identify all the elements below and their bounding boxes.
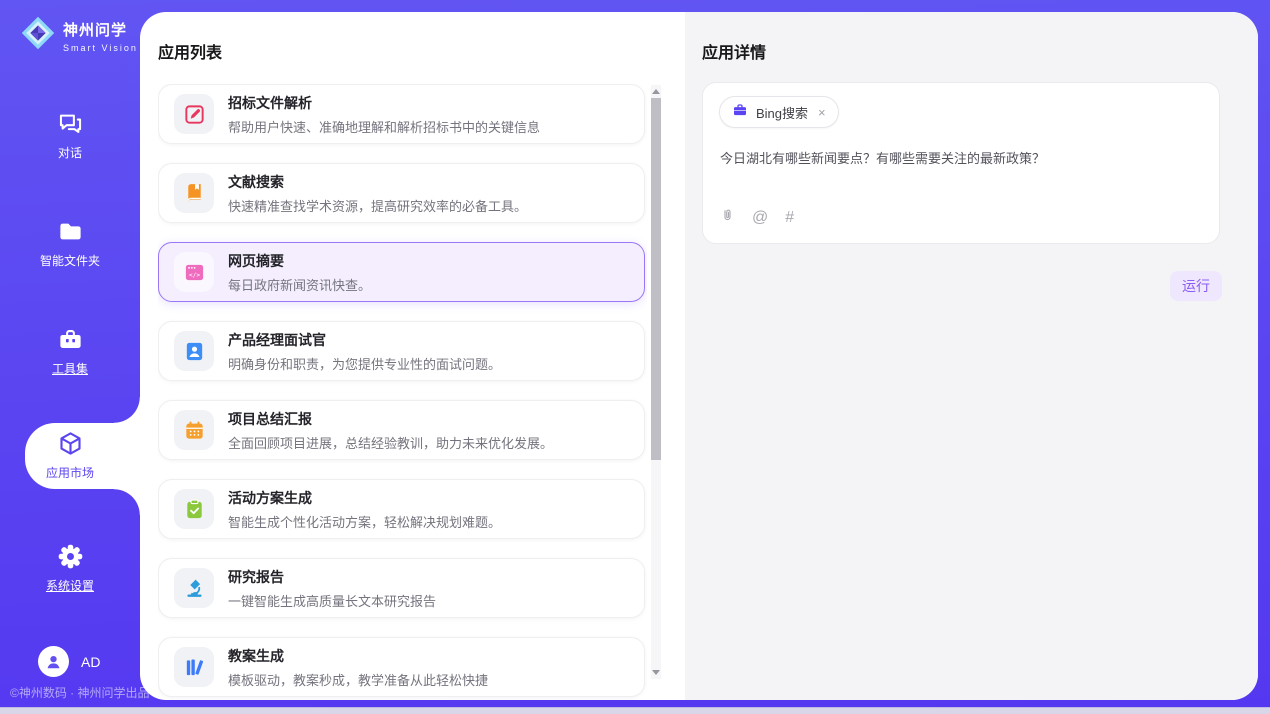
sidebar-item-smart-folder[interactable]: 智能文件夹 xyxy=(0,218,140,269)
main-panel: 应用列表 招标文件解析 帮助用户快速、准确地理解和解析招标书中的关键信息 xyxy=(140,12,1258,700)
app-card-bid-analysis[interactable]: 招标文件解析 帮助用户快速、准确地理解和解析招标书中的关键信息 xyxy=(158,84,645,144)
scrollbar-down-arrow[interactable] xyxy=(652,670,660,675)
sidebar-footer-text: ©神州数码 · 神州问学出品 xyxy=(10,684,150,701)
app-detail-title: 应用详情 xyxy=(702,39,766,63)
sidebar-item-label: 智能文件夹 xyxy=(40,252,100,269)
avatar xyxy=(38,646,69,677)
brand-subtitle: Smart Vision xyxy=(63,43,138,53)
cube-icon xyxy=(57,430,84,457)
app-description: 明确身份和职责，为您提供专业性的面试问题。 xyxy=(228,354,501,373)
run-button[interactable]: 运行 xyxy=(1170,271,1222,301)
app-description: 一键智能生成高质量长文本研究报告 xyxy=(228,591,436,610)
briefcase-icon xyxy=(732,102,748,123)
sidebar-item-label: 对话 xyxy=(58,144,82,161)
sidebar-item-app-market[interactable]: 应用市场 xyxy=(0,430,140,481)
microscope-icon xyxy=(174,568,214,608)
app-description: 每日政府新闻资讯快查。 xyxy=(228,275,371,294)
books-icon xyxy=(174,647,214,687)
svg-text:</>: </> xyxy=(188,272,199,279)
scrollbar-thumb[interactable] xyxy=(651,98,661,460)
interviewer-icon xyxy=(174,331,214,371)
mention-icon[interactable]: @ xyxy=(752,209,768,227)
paperclip-icon[interactable] xyxy=(720,207,735,229)
app-name: 项目总结汇报 xyxy=(228,409,553,429)
app-description: 全面回顾项目进展，总结经验教训，助力未来优化发展。 xyxy=(228,433,553,452)
app-name: 研究报告 xyxy=(228,567,436,587)
app-card-lesson-plan[interactable]: 教案生成 模板驱动，教案秒成，教学准备从此轻松快捷 xyxy=(158,637,645,697)
sidebar-item-label: 应用市场 xyxy=(46,464,94,481)
app-name: 文献搜索 xyxy=(228,172,527,192)
prompt-query-text[interactable]: 今日湖北有哪些新闻要点？有哪些需要关注的最新政策？ xyxy=(720,149,1190,169)
calendar-icon xyxy=(174,410,214,450)
book-icon xyxy=(174,173,214,213)
edit-document-icon xyxy=(174,94,214,134)
topic-icon[interactable]: # xyxy=(785,209,794,227)
app-name: 产品经理面试官 xyxy=(228,330,501,350)
app-name: 教案生成 xyxy=(228,646,488,666)
chip-close-icon[interactable]: × xyxy=(818,106,826,119)
app-card-activity-plan[interactable]: 活动方案生成 智能生成个性化活动方案，轻松解决规划难题。 xyxy=(158,479,645,539)
app-name: 活动方案生成 xyxy=(228,488,501,508)
sidebar-item-label: 工具集 xyxy=(52,360,88,377)
diamond-logo-icon xyxy=(20,15,56,56)
sidebar: 神州问学 Smart Vision 对话 智能文件夹 xyxy=(0,0,140,714)
sidebar-item-chat[interactable]: 对话 xyxy=(0,110,140,161)
app-name: 网页摘要 xyxy=(228,251,371,271)
composer-toolbar: @ # xyxy=(720,207,794,229)
app-list-scrollbar xyxy=(651,85,661,679)
bubble-curve-top xyxy=(114,397,140,423)
bottom-strip xyxy=(0,707,1270,714)
app-description: 快速精准查找学术资源，提高研究效率的必备工具。 xyxy=(228,196,527,215)
browser-code-icon: </> xyxy=(174,252,214,292)
app-card-project-summary[interactable]: 项目总结汇报 全面回顾项目进展，总结经验教训，助力未来优化发展。 xyxy=(158,400,645,460)
tool-chip-bing-search[interactable]: Bing搜索 × xyxy=(719,96,839,128)
chat-icon xyxy=(57,110,84,137)
toolbox-icon xyxy=(57,326,84,353)
clipboard-check-icon xyxy=(174,489,214,529)
app-card-pm-interviewer[interactable]: 产品经理面试官 明确身份和职责，为您提供专业性的面试问题。 xyxy=(158,321,645,381)
gear-icon xyxy=(57,543,84,570)
app-description: 模板驱动，教案秒成，教学准备从此轻松快捷 xyxy=(228,670,488,689)
brand: 神州问学 Smart Vision xyxy=(20,15,138,56)
app-description: 帮助用户快速、准确地理解和解析招标书中的关键信息 xyxy=(228,117,540,136)
sidebar-item-settings[interactable]: 系统设置 xyxy=(0,543,140,594)
folder-icon xyxy=(57,218,84,245)
tool-chip-label: Bing搜索 xyxy=(756,103,808,122)
scrollbar-up-arrow[interactable] xyxy=(652,89,660,94)
prompt-input-card[interactable]: Bing搜索 × 今日湖北有哪些新闻要点？有哪些需要关注的最新政策？ @ # xyxy=(702,82,1220,244)
app-name: 招标文件解析 xyxy=(228,93,540,113)
app-card-literature-search[interactable]: 文献搜索 快速精准查找学术资源，提高研究效率的必备工具。 xyxy=(158,163,645,223)
sidebar-item-toolset[interactable]: 工具集 xyxy=(0,326,140,377)
app-card-research-report[interactable]: 研究报告 一键智能生成高质量长文本研究报告 xyxy=(158,558,645,618)
bubble-curve-bottom xyxy=(114,489,140,515)
sidebar-item-label: 系统设置 xyxy=(46,577,94,594)
app-card-web-summary[interactable]: </> 网页摘要 每日政府新闻资讯快查。 xyxy=(158,242,645,302)
user-account[interactable]: AD xyxy=(38,646,100,677)
user-name: AD xyxy=(81,654,100,670)
app-list: 招标文件解析 帮助用户快速、准确地理解和解析招标书中的关键信息 文献搜索 快速精… xyxy=(158,84,647,700)
app-list-title: 应用列表 xyxy=(158,39,222,63)
brand-name: 神州问学 xyxy=(63,19,138,40)
app-description: 智能生成个性化活动方案，轻松解决规划难题。 xyxy=(228,512,501,531)
